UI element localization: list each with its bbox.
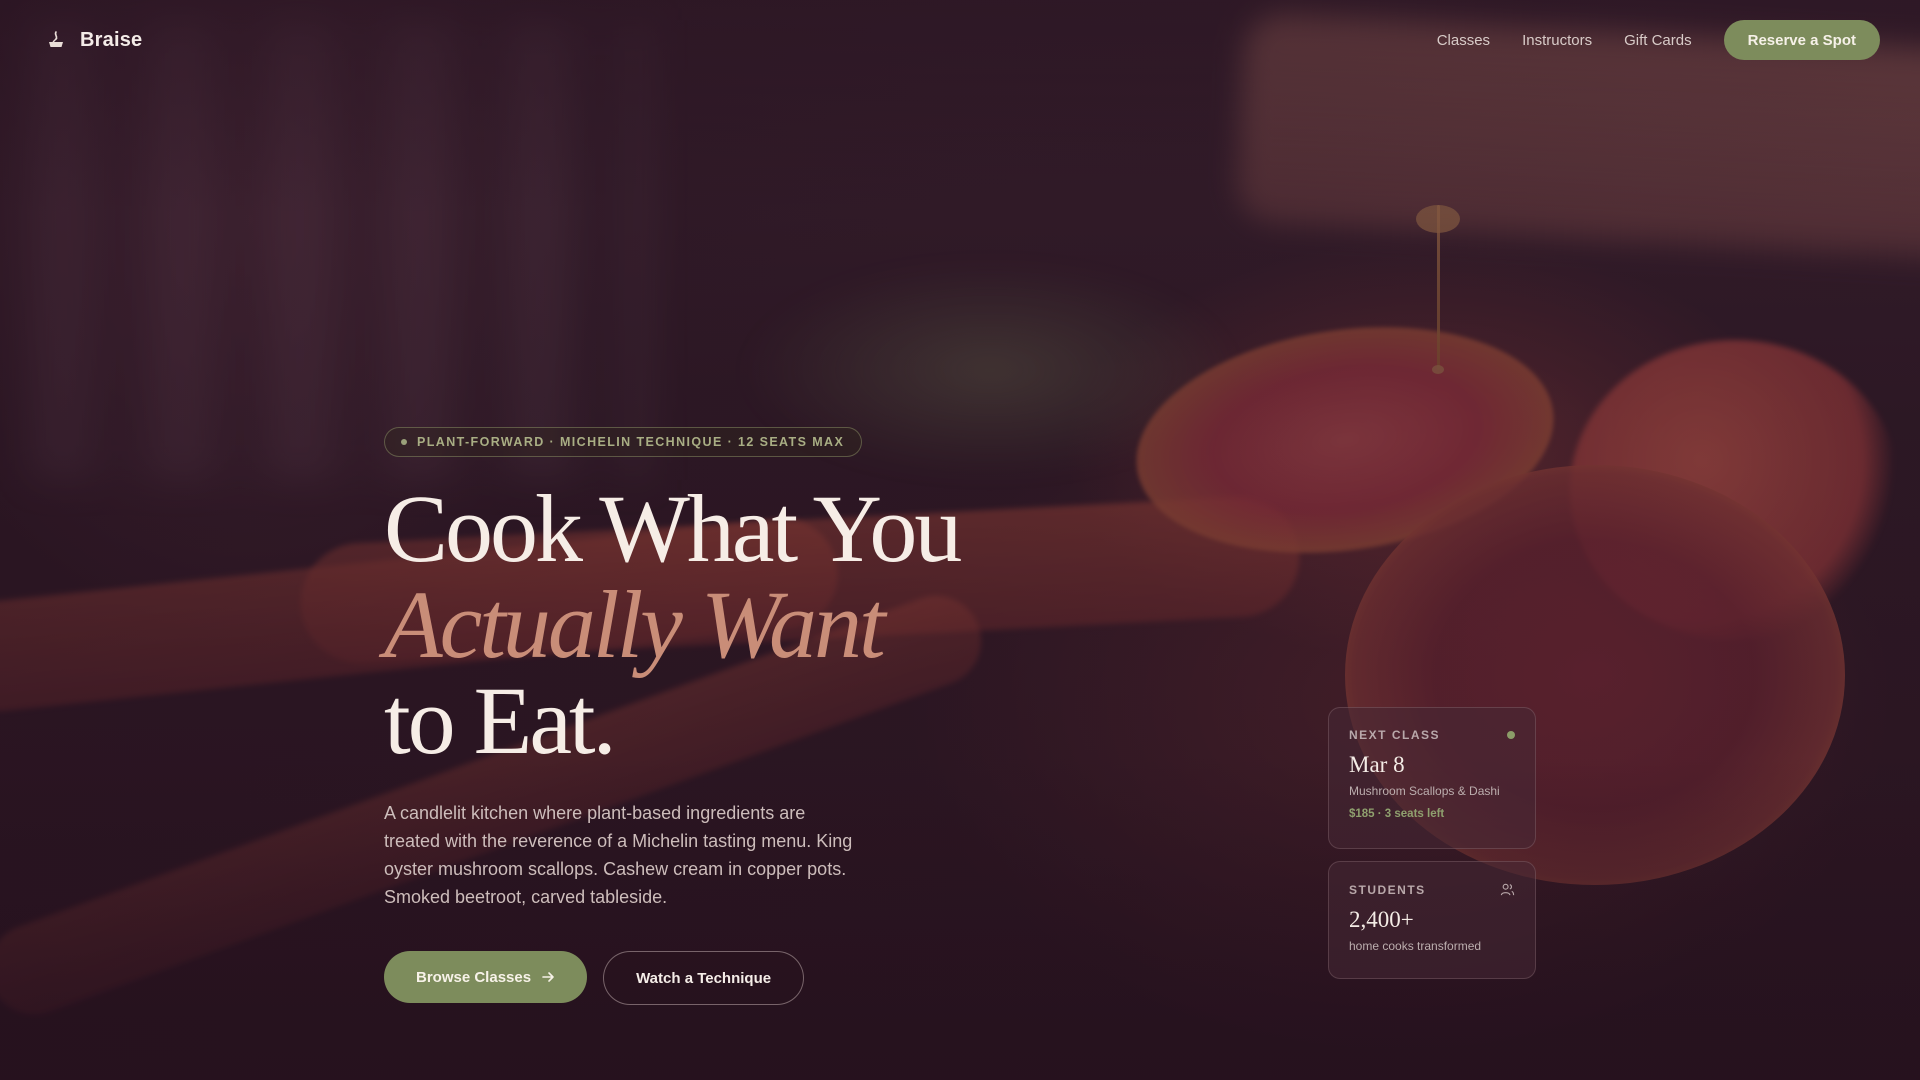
brand-logo-link[interactable]: Braise xyxy=(46,29,142,52)
tagline-text: PLANT-FORWARD · MICHELIN TECHNIQUE · 12 … xyxy=(417,435,845,449)
reserve-spot-button[interactable]: Reserve a Spot xyxy=(1723,20,1880,60)
next-class-label: NEXT CLASS xyxy=(1349,728,1441,742)
tagline-badge: PLANT-FORWARD · MICHELIN TECHNIQUE · 12 … xyxy=(384,427,863,457)
watch-technique-button[interactable]: Watch a Technique xyxy=(603,951,805,1005)
headline-line-2-accent: Actually Want xyxy=(384,571,886,678)
flame-pot-icon xyxy=(49,31,63,47)
nav-link-instructors[interactable]: Instructors xyxy=(1522,32,1592,49)
students-label: STUDENTS xyxy=(1349,882,1426,897)
top-nav: Braise Classes Instructors Gift Cards Re… xyxy=(0,0,1920,80)
next-class-card[interactable]: NEXT CLASS Mar 8 Mushroom Scallops & Das… xyxy=(1328,707,1536,849)
hero-headline: Cook What You Actually Want to Eat. xyxy=(384,481,1084,769)
hero-section: PLANT-FORWARD · MICHELIN TECHNIQUE · 12 … xyxy=(384,427,1084,1005)
hero-description: A candlelit kitchen where plant-based in… xyxy=(384,803,853,907)
users-icon xyxy=(1500,883,1515,896)
nav-link-classes[interactable]: Classes xyxy=(1437,32,1490,49)
status-dot-icon xyxy=(1507,731,1515,739)
next-class-date: Mar 8 xyxy=(1349,752,1405,777)
nav-links: Classes Instructors Gift Cards Reserve a… xyxy=(1437,20,1880,60)
next-class-price-seats: $185 · 3 seats left xyxy=(1349,808,1445,820)
badge-dot-icon xyxy=(401,439,407,445)
hero-actions: Browse Classes Watch a Technique xyxy=(384,951,1084,1005)
nav-link-gift-cards[interactable]: Gift Cards xyxy=(1624,32,1692,49)
browse-classes-button[interactable]: Browse Classes xyxy=(384,951,588,1003)
arrow-right-icon xyxy=(542,972,554,982)
students-caption: home cooks transformed xyxy=(1349,939,1482,953)
headline-line-3: to Eat. xyxy=(384,667,617,774)
browse-classes-label: Browse Classes xyxy=(416,968,532,986)
next-class-title: Mushroom Scallops & Dashi xyxy=(1349,784,1500,798)
headline-line-1: Cook What You xyxy=(384,475,962,582)
students-count: 2,400+ xyxy=(1349,907,1414,932)
brand-name: Braise xyxy=(80,28,143,51)
students-card: STUDENTS 2,400+ home cooks transformed xyxy=(1328,861,1536,979)
